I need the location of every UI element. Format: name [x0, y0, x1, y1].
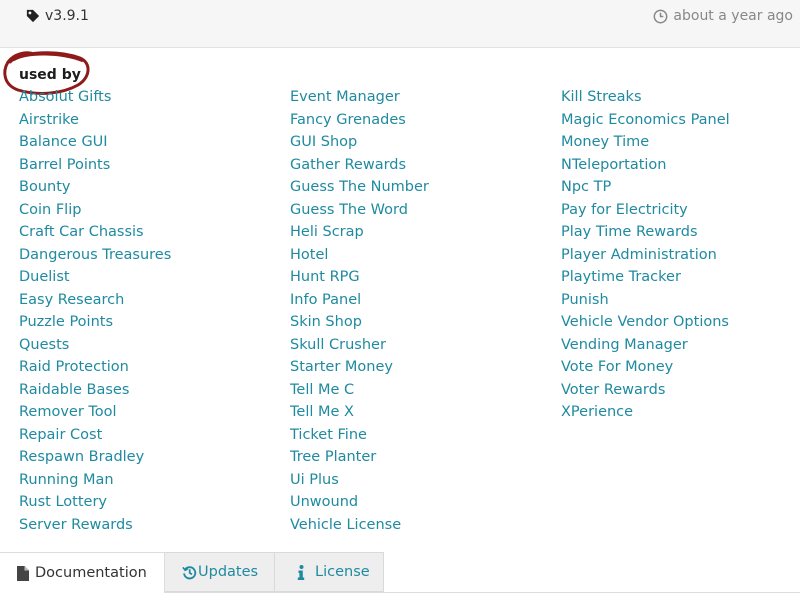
used-by-column-2: Event Manager Fancy Grenades GUI Shop Ga… [290, 86, 429, 536]
plugin-link[interactable]: Guess The Number [290, 176, 429, 199]
clock-icon [653, 9, 668, 23]
plugin-link[interactable]: Tell Me X [290, 401, 429, 424]
plugin-link[interactable]: Duelist [19, 266, 171, 289]
plugin-link[interactable]: Balance GUI [19, 131, 171, 154]
plugin-link[interactable]: Raid Protection [19, 356, 171, 379]
plugin-link[interactable]: Hunt RPG [290, 266, 429, 289]
plugin-link[interactable]: Raidable Bases [19, 379, 171, 402]
plugin-link[interactable]: Vehicle Vendor Options [561, 311, 730, 334]
plugin-link[interactable]: Punish [561, 289, 730, 312]
plugin-link[interactable]: Info Panel [290, 289, 429, 312]
plugin-link[interactable]: Money Time [561, 131, 730, 154]
plugin-link[interactable]: Kill Streaks [561, 86, 730, 109]
tab-license-label: License [315, 564, 370, 580]
plugin-link[interactable]: Remover Tool [19, 401, 171, 424]
plugin-link[interactable]: Vote For Money [561, 356, 730, 379]
used-by-heading: used by [19, 67, 81, 83]
history-icon [182, 565, 197, 579]
release-timestamp: about a year ago [653, 6, 793, 26]
tag-icon [26, 9, 40, 23]
release-header: v3.9.1 about a year ago [0, 0, 800, 48]
plugin-link[interactable]: Tell Me C [290, 379, 429, 402]
used-by-column-3: Kill Streaks Magic Economics Panel Money… [561, 86, 730, 424]
plugin-link[interactable]: Rust Lottery [19, 491, 171, 514]
plugin-link[interactable]: Skin Shop [290, 311, 429, 334]
plugin-link[interactable]: Puzzle Points [19, 311, 171, 334]
plugin-link[interactable]: Npc TP [561, 176, 730, 199]
tab-updates-label: Updates [198, 564, 259, 580]
used-by-column-1: Absolut Gifts Airstrike Balance GUI Barr… [19, 86, 171, 536]
plugin-link[interactable]: Vehicle License [290, 514, 429, 537]
plugin-link[interactable]: Easy Research [19, 289, 171, 312]
plugin-link[interactable]: Unwound [290, 491, 429, 514]
plugin-link[interactable]: Tree Planter [290, 446, 429, 469]
plugin-link[interactable]: Guess The Word [290, 199, 429, 222]
plugin-link[interactable]: Player Administration [561, 244, 730, 267]
version-label: v3.9.1 [45, 8, 89, 24]
plugin-link[interactable]: Skull Crusher [290, 334, 429, 357]
plugin-link[interactable]: Gather Rewards [290, 154, 429, 177]
plugin-link[interactable]: Vending Manager [561, 334, 730, 357]
plugin-link[interactable]: Server Rewards [19, 514, 171, 537]
plugin-link[interactable]: Running Man [19, 469, 171, 492]
plugin-link[interactable]: Airstrike [19, 109, 171, 132]
plugin-link[interactable]: Ticket Fine [290, 424, 429, 447]
plugin-link[interactable]: GUI Shop [290, 131, 429, 154]
timestamp-label: about a year ago [673, 8, 793, 24]
plugin-link[interactable]: Dangerous Treasures [19, 244, 171, 267]
plugin-link[interactable]: Magic Economics Panel [561, 109, 730, 132]
plugin-link[interactable]: Pay for Electricity [561, 199, 730, 222]
plugin-link[interactable]: Ui Plus [290, 469, 429, 492]
plugin-link[interactable]: Barrel Points [19, 154, 171, 177]
plugin-page: v3.9.1 about a year ago used by Absolut … [0, 0, 800, 600]
tab-documentation[interactable]: Documentation [0, 552, 165, 593]
plugin-link[interactable]: Heli Scrap [290, 221, 429, 244]
plugin-link[interactable]: Quests [19, 334, 171, 357]
plugin-link[interactable]: Starter Money [290, 356, 429, 379]
plugin-link[interactable]: Respawn Bradley [19, 446, 171, 469]
plugin-link[interactable]: Craft Car Chassis [19, 221, 171, 244]
plugin-link[interactable]: Repair Cost [19, 424, 171, 447]
tab-updates[interactable]: Updates [165, 552, 275, 592]
plugin-link[interactable]: Bounty [19, 176, 171, 199]
file-icon [17, 565, 29, 581]
plugin-link[interactable]: XPerience [561, 401, 730, 424]
plugin-link[interactable]: Hotel [290, 244, 429, 267]
plugin-link[interactable]: Fancy Grenades [290, 109, 429, 132]
plugin-link[interactable]: Play Time Rewards [561, 221, 730, 244]
tab-license[interactable]: License [275, 552, 384, 592]
plugin-link[interactable]: NTeleportation [561, 154, 730, 177]
plugin-link[interactable]: Coin Flip [19, 199, 171, 222]
plugin-link[interactable]: Event Manager [290, 86, 429, 109]
version-tag: v3.9.1 [26, 6, 89, 26]
info-icon [297, 564, 305, 580]
tab-documentation-label: Documentation [35, 565, 147, 581]
plugin-link[interactable]: Playtime Tracker [561, 266, 730, 289]
plugin-link[interactable]: Absolut Gifts [19, 86, 171, 109]
doc-tabs: Documentation Updates License [0, 552, 800, 600]
plugin-link[interactable]: Voter Rewards [561, 379, 730, 402]
